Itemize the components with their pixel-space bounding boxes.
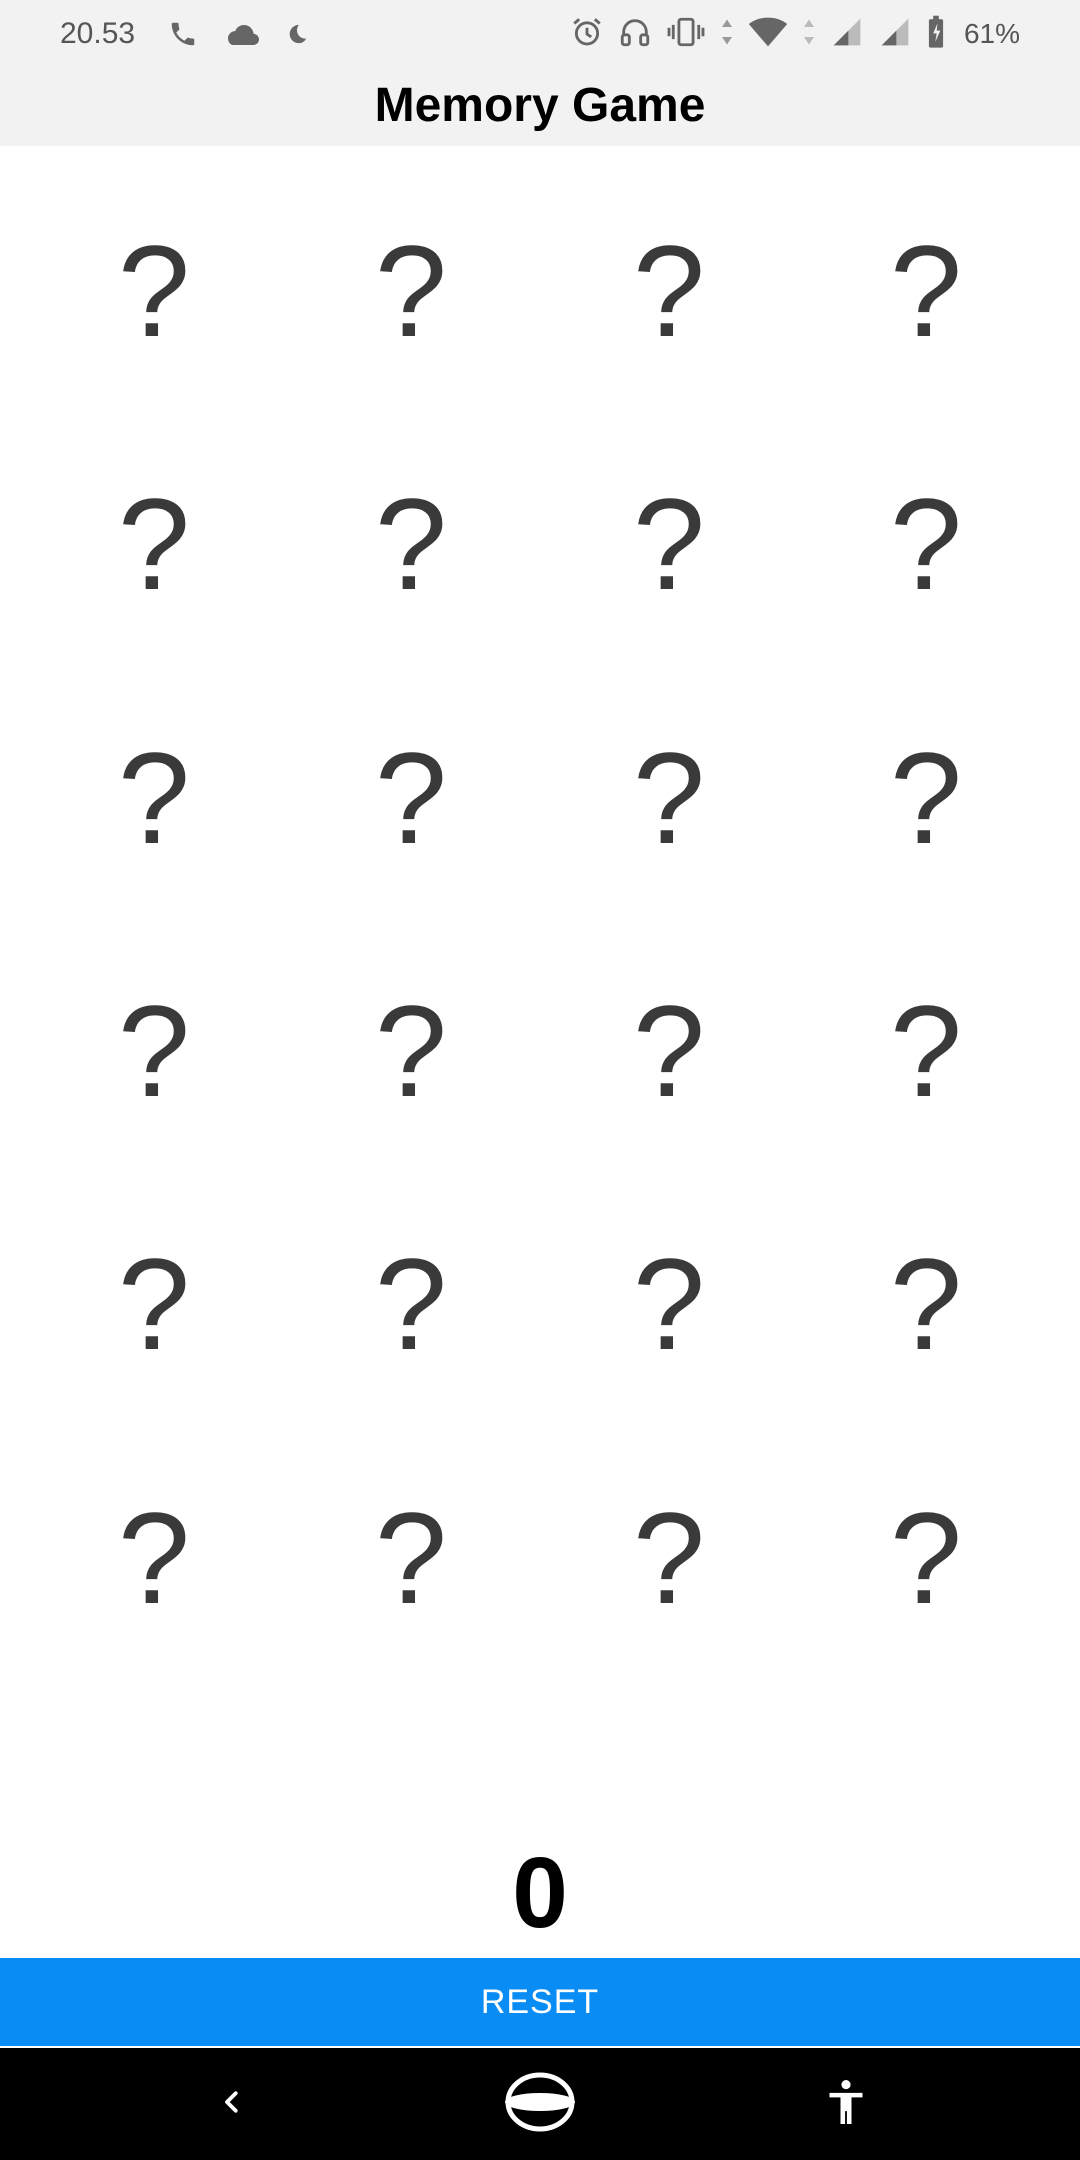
page-title: Memory Game (374, 78, 706, 132)
status-time: 20.53 (60, 17, 136, 50)
card-face: ? (117, 1485, 191, 1631)
memory-card[interactable]: ? (44, 1204, 264, 1404)
card-face: ? (889, 1485, 963, 1631)
alarm-icon (570, 15, 604, 54)
card-face: ? (117, 218, 191, 364)
memory-card[interactable]: ? (816, 191, 1036, 391)
data-arrows-icon (802, 17, 816, 52)
score-counter: 0 (512, 1837, 568, 1949)
memory-card[interactable]: ? (559, 191, 779, 391)
vibrate-icon (666, 15, 706, 54)
memory-card[interactable]: ? (301, 951, 521, 1151)
memory-card[interactable]: ? (816, 698, 1036, 898)
card-face: ? (632, 978, 706, 1124)
card-face: ? (117, 1231, 191, 1377)
app-header: Memory Game (0, 70, 1080, 146)
signal-icon (830, 16, 864, 53)
back-icon (217, 2085, 247, 2124)
card-face: ? (632, 218, 706, 364)
memory-card[interactable]: ? (44, 1458, 264, 1658)
card-face: ? (632, 471, 706, 617)
card-face: ? (117, 725, 191, 871)
memory-card[interactable]: ? (44, 951, 264, 1151)
cloud-icon (224, 21, 260, 52)
memory-card[interactable]: ? (44, 698, 264, 898)
memory-card[interactable]: ? (301, 698, 521, 898)
back-button[interactable] (172, 2048, 292, 2160)
card-face: ? (374, 1485, 448, 1631)
card-face: ? (632, 725, 706, 871)
reset-button[interactable]: RESET (0, 1958, 1080, 2046)
card-face: ? (889, 978, 963, 1124)
card-face: ? (117, 978, 191, 1124)
card-face: ? (889, 1231, 963, 1377)
moon-icon (286, 23, 308, 50)
memory-card[interactable]: ? (44, 191, 264, 391)
signal-icon (878, 16, 912, 53)
memory-card[interactable]: ? (559, 444, 779, 644)
card-face: ? (889, 218, 963, 364)
accessibility-icon (824, 2078, 868, 2131)
memory-card[interactable]: ? (44, 444, 264, 644)
memory-card[interactable]: ? (301, 444, 521, 644)
card-grid: ???????????????????????? (0, 146, 1080, 1666)
memory-card[interactable]: ? (559, 1204, 779, 1404)
system-nav-bar (0, 2048, 1080, 2160)
status-left-icons (168, 16, 308, 56)
battery-percent: 61% (963, 18, 1020, 49)
memory-card[interactable]: ? (301, 1204, 521, 1404)
card-face: ? (632, 1231, 706, 1377)
card-face: ? (374, 978, 448, 1124)
memory-card[interactable]: ? (816, 951, 1036, 1151)
card-face: ? (117, 471, 191, 617)
card-face: ? (374, 471, 448, 617)
memory-card[interactable]: ? (559, 698, 779, 898)
wifi-icon (748, 16, 788, 53)
accessibility-button[interactable] (786, 2048, 906, 2160)
card-face: ? (889, 471, 963, 617)
home-button[interactable] (480, 2048, 600, 2160)
memory-card[interactable]: ? (816, 1458, 1036, 1658)
memory-card[interactable]: ? (301, 1458, 521, 1658)
memory-card[interactable]: ? (816, 1204, 1036, 1404)
headphones-icon (618, 15, 652, 54)
card-face: ? (374, 1231, 448, 1377)
memory-card[interactable]: ? (301, 191, 521, 391)
status-bar: 20.53 61% (0, 0, 1080, 70)
battery-icon (926, 15, 946, 54)
status-right-icons: 61% (570, 14, 1020, 54)
memory-card[interactable]: ? (559, 951, 779, 1151)
memory-card[interactable]: ? (816, 444, 1036, 644)
card-face: ? (374, 218, 448, 364)
memory-card[interactable]: ? (559, 1458, 779, 1658)
card-face: ? (632, 1485, 706, 1631)
phone-icon (168, 19, 198, 54)
data-arrows-icon (720, 17, 734, 52)
home-icon (502, 2072, 578, 2137)
card-face: ? (889, 725, 963, 871)
card-face: ? (374, 725, 448, 871)
